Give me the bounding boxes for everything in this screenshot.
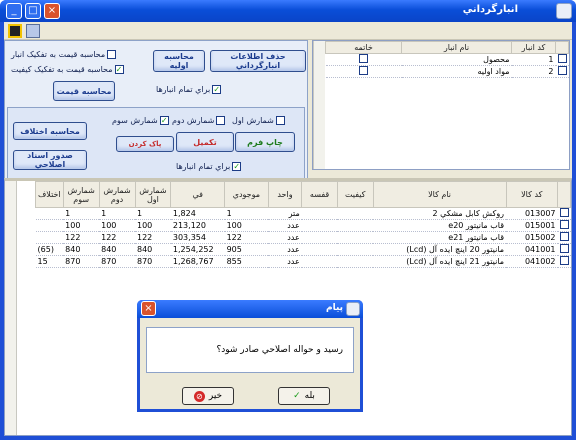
app-icon xyxy=(346,302,360,316)
col-item-code[interactable]: کد کالا xyxy=(505,181,559,208)
checkbox[interactable]: ✓ xyxy=(232,162,242,171)
row-checkbox[interactable] xyxy=(559,208,569,217)
row-checkbox[interactable] xyxy=(557,66,567,75)
col-warehouse-code[interactable]: کد انبار xyxy=(511,41,556,54)
price-by-warehouse-check[interactable]: محاسبه قيمت به تفکيک انبار xyxy=(11,50,117,59)
close-icon[interactable]: × xyxy=(44,3,60,19)
col-price[interactable]: في xyxy=(170,181,226,208)
maximize-icon[interactable]: □ xyxy=(25,3,41,19)
table-row[interactable]: 041002 مانيتور 21 اينچ ايده آل (Lcd) عدد… xyxy=(35,255,571,268)
complete-button[interactable]: تکميل xyxy=(176,132,234,152)
count2-check[interactable]: شمارش دوم xyxy=(172,116,226,125)
row-checkbox[interactable] xyxy=(559,244,569,253)
issue-corrective-button[interactable]: صدور اسناد اصلاحي xyxy=(13,150,87,170)
app-icon xyxy=(556,3,572,19)
table-row[interactable]: 015002 قاب مانيتور e21 عدد 122 303,354 1… xyxy=(35,231,571,244)
count1-check[interactable]: شمارش اول xyxy=(232,116,285,125)
close-checkbox[interactable] xyxy=(359,66,368,75)
col-unit[interactable]: واحد xyxy=(267,181,303,208)
dialog-title: پيام xyxy=(325,303,343,313)
col-count3[interactable]: شمارش سوم xyxy=(62,181,100,208)
col-count1[interactable]: شمارش اول xyxy=(134,181,172,208)
row-checkbox[interactable] xyxy=(559,256,569,265)
count3-check[interactable]: ✓ شمارش سوم xyxy=(112,116,169,125)
checkmark-icon: ✓ xyxy=(293,391,301,401)
table-row[interactable]: 015001 قاب مانيتور e20 عدد 100 213,120 1… xyxy=(35,219,571,232)
col-quality[interactable]: کيفيت xyxy=(336,181,374,208)
col-count2[interactable]: شمارش دوم xyxy=(98,181,136,208)
toolbar xyxy=(4,22,572,40)
checkbox[interactable] xyxy=(275,116,285,125)
row-checkbox[interactable] xyxy=(559,220,569,229)
exit-icon[interactable] xyxy=(8,24,22,38)
col-warehouse-name[interactable]: نام انبار xyxy=(401,41,512,54)
warehouses-grid: کد انبار نام انبار خاتمه 1 محصول 2 مواد … xyxy=(312,40,570,170)
all-warehouses-top-check[interactable]: ✓ براي تمام انبارها xyxy=(156,85,222,94)
message-dialog: پيام × رسيد و حواله اصلاحي صادر شود؟ بله… xyxy=(137,300,363,412)
checkbox[interactable] xyxy=(216,116,226,125)
calc-price-button[interactable]: محاسبه قيمت xyxy=(53,81,115,101)
table-row[interactable]: 041001 مانيتور 20 اينچ ايده آل (Lcd) عدد… xyxy=(35,243,571,256)
cancel-icon: ⊘ xyxy=(193,390,205,402)
col-close[interactable]: خاتمه xyxy=(325,41,402,54)
checkbox[interactable]: ✓ xyxy=(212,85,222,94)
title-bar: انبارگرداني _ □ × xyxy=(0,0,576,22)
table-row[interactable]: 1 محصول xyxy=(325,53,569,66)
print-form-button[interactable]: چاپ فرم xyxy=(235,132,295,152)
row-checkbox[interactable] xyxy=(557,54,567,63)
calc-diff-button[interactable]: محاسبه اختلاف xyxy=(13,122,87,140)
col-diff[interactable]: اختلاف xyxy=(35,181,64,208)
calc-initial-button[interactable]: محاسبه اوليه xyxy=(153,50,205,72)
col-stock[interactable]: موجودي xyxy=(224,181,269,208)
dialog-message: رسيد و حواله اصلاحي صادر شود؟ xyxy=(216,345,343,355)
dialog-body: رسيد و حواله اصلاحي صادر شود؟ بله ✓ خير … xyxy=(140,318,360,409)
close-checkbox[interactable] xyxy=(359,54,368,63)
scrollbar[interactable] xyxy=(313,41,325,169)
no-button[interactable]: خير ⊘ xyxy=(182,387,234,405)
delete-info-button[interactable]: حذف اطلاعات انبارگرداني xyxy=(210,50,306,72)
window-title: انبارگرداني xyxy=(462,4,518,15)
main-window: انبارگرداني _ □ × حذف اطلاعات انبارگردان… xyxy=(0,0,576,440)
checkbox[interactable] xyxy=(107,50,117,59)
calculator-icon[interactable] xyxy=(26,24,40,38)
checkbox[interactable]: ✓ xyxy=(114,65,124,74)
scrollbar[interactable] xyxy=(5,181,17,435)
price-by-quality-check[interactable]: ✓ محاسبه قيمت به تفکيک کيفيت xyxy=(11,65,124,74)
dialog-close-icon[interactable]: × xyxy=(141,301,156,316)
minimize-icon[interactable]: _ xyxy=(6,3,22,19)
checkbox[interactable]: ✓ xyxy=(159,116,169,125)
col-shelf[interactable]: قفسه xyxy=(301,181,338,208)
dialog-title-bar: پيام × xyxy=(137,300,363,318)
message-box: رسيد و حواله اصلاحي صادر شود؟ xyxy=(146,327,354,373)
control-panel: حذف اطلاعات انبارگرداني محاسبه اوليه محا… xyxy=(4,40,308,196)
yes-button[interactable]: بله ✓ xyxy=(278,387,330,405)
table-row[interactable]: 2 مواد اوليه xyxy=(325,65,569,78)
col-item-name[interactable]: نام کالا xyxy=(372,181,507,208)
clear-button[interactable]: پاک کردن xyxy=(116,136,174,152)
row-checkbox[interactable] xyxy=(559,232,569,241)
table-row[interactable]: 013007 روکش کابل مشکي 2 متر 1 1,824 1 1 … xyxy=(35,207,571,220)
all-warehouses-count-check[interactable]: ✓ براي تمام انبارها xyxy=(176,162,242,171)
